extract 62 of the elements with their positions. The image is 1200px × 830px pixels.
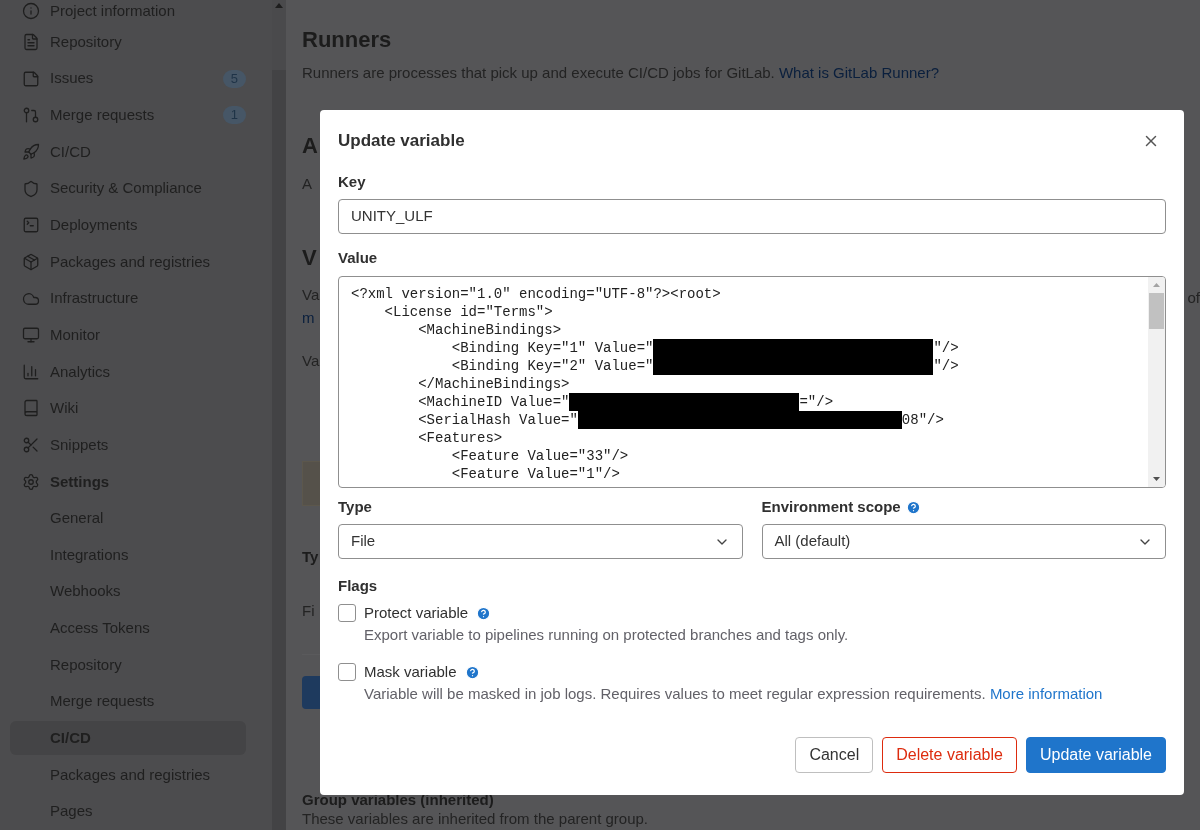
checkbox-label[interactable]: Protect variable <box>364 601 469 625</box>
field-label: Value <box>338 248 378 268</box>
code-text: <Binding Key="2" Value=" <box>450 357 654 375</box>
code-text: 08"/> <box>901 411 944 429</box>
scroll-down-icon[interactable] <box>1153 477 1160 481</box>
scrollbar-thumb[interactable] <box>1149 293 1164 329</box>
code-text: <SerialHash Value=" <box>417 411 578 429</box>
merge-request-icon <box>22 106 40 125</box>
help-icon[interactable] <box>476 605 492 621</box>
value-textarea[interactable] <box>338 276 1166 488</box>
select-field[interactable]: File <box>338 524 743 559</box>
code-text: <MachineID Value=" <box>417 393 570 411</box>
dialog-button[interactable]: Update variable <box>1025 737 1166 773</box>
scrollbar[interactable] <box>1148 277 1165 487</box>
field-label: Key <box>338 172 366 192</box>
monitor-icon <box>22 326 40 345</box>
code-text: "/> <box>933 339 959 357</box>
dialog-title: Update variable <box>338 130 465 153</box>
code-text: <Binding Key="1" Value=" <box>450 339 654 357</box>
checkbox[interactable] <box>338 663 356 681</box>
code-text: <Feature Value="1"/> <box>450 465 620 483</box>
code-text: <?xml version="1.0" encoding="UTF-8"?><root> <box>351 285 721 303</box>
section-heading: V <box>302 244 317 272</box>
code-text: "/> <box>933 357 959 375</box>
more-information-link[interactable]: More information <box>989 685 1103 702</box>
settings-icon <box>22 472 40 491</box>
code-text: <Features> <box>417 429 503 447</box>
document-icon <box>22 33 40 52</box>
shield-icon <box>22 179 40 198</box>
dialog-button[interactable]: Cancel <box>795 737 874 773</box>
flag-description: Variable will be masked in job logs. Requires values to meet regular expression requirements. <box>364 685 986 702</box>
field-label: Type <box>338 497 373 517</box>
package-icon <box>22 252 40 271</box>
scrollbar[interactable] <box>272 0 286 830</box>
page-title: Runners <box>302 26 392 54</box>
code-text: <License id="Terms"> <box>383 303 553 321</box>
key-input[interactable]: UNITY_ULF <box>338 199 1166 234</box>
code-text: </MachineBindings> <box>417 375 570 393</box>
code-text: <Feature Value="33"/> <box>450 447 629 465</box>
checkbox[interactable] <box>338 604 356 622</box>
help-icon[interactable] <box>905 499 921 515</box>
field-label: Environment scope <box>761 497 901 517</box>
terminal-icon <box>22 216 40 235</box>
section-heading: A <box>302 132 318 160</box>
section-link[interactable]: m <box>302 308 315 328</box>
checkbox-label[interactable]: Mask variable <box>364 660 457 684</box>
section-label: Group variables (inherited) <box>302 791 494 809</box>
rocket-icon <box>22 143 40 161</box>
help-icon[interactable] <box>464 664 480 680</box>
note-icon <box>22 69 40 88</box>
code-text: ="/> <box>799 393 834 411</box>
runner-help-link[interactable]: What is GitLab Runner? <box>778 64 939 81</box>
book-icon <box>22 399 40 418</box>
scissors-icon <box>22 436 40 455</box>
info-icon <box>22 2 40 21</box>
field-label: Flags <box>338 576 378 596</box>
bar-chart-icon <box>22 362 40 381</box>
section-label: Ty <box>302 548 319 566</box>
select-field[interactable]: All (default) <box>761 524 1166 559</box>
flag-description: Export variable to pipelines running on protected branches and tags only. <box>364 626 849 643</box>
code-text: <MachineBindings> <box>417 321 562 339</box>
dialog-button[interactable]: Delete variable <box>882 737 1017 773</box>
